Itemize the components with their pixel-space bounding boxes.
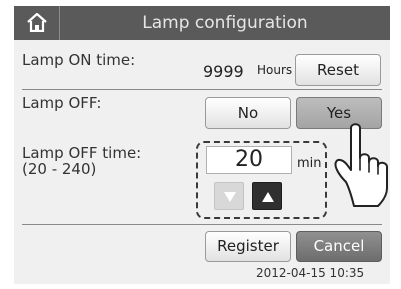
datetime-readout: 2012-04-15 10:35: [256, 266, 365, 280]
reset-button[interactable]: Reset: [295, 54, 381, 86]
cancel-button[interactable]: Cancel: [296, 231, 382, 262]
divider: [22, 224, 382, 225]
lamp-off-time-input[interactable]: 20: [206, 146, 292, 174]
lamp-configuration-screen: Lamp configuration Lamp ON time: 9999 Ho…: [0, 0, 401, 289]
page-title: Lamp configuration: [142, 13, 308, 33]
pointing-hand-icon: [334, 123, 388, 207]
divider: [22, 89, 382, 90]
lamp-on-time-unit: Hours: [257, 63, 293, 77]
lamp-on-time-value: 9999: [203, 62, 244, 81]
home-button[interactable]: [14, 6, 60, 40]
decrement-button[interactable]: [214, 182, 244, 210]
lamp-off-label: Lamp OFF:: [22, 94, 102, 112]
lamp-on-time-label: Lamp ON time:: [22, 51, 136, 69]
lamp-off-time-range: (20 - 240): [22, 160, 97, 178]
triangle-down-icon: [224, 192, 236, 202]
triangle-up-icon: [262, 192, 274, 202]
lamp-off-time-unit: min: [297, 156, 322, 171]
home-icon: [27, 13, 47, 32]
increment-button[interactable]: [252, 182, 282, 210]
register-button[interactable]: Register: [205, 231, 291, 262]
lamp-off-no-button[interactable]: No: [205, 97, 291, 129]
